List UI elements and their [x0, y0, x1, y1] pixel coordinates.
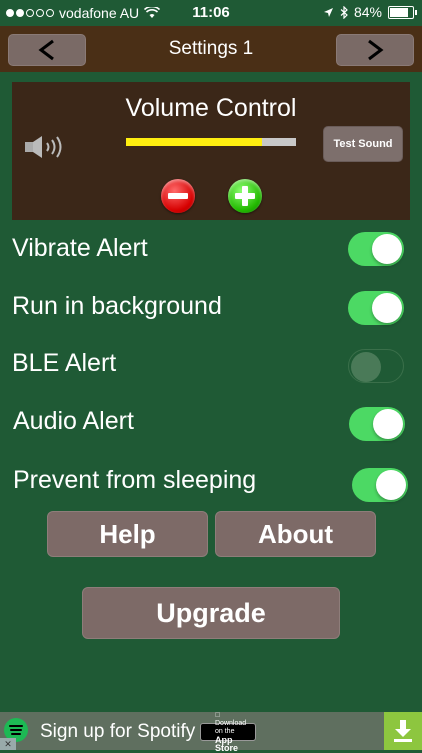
- location-arrow-icon: [323, 7, 333, 17]
- toggle-knob: [373, 409, 403, 439]
- setting-row-vibrate-alert: Vibrate Alert: [0, 228, 422, 272]
- help-button[interactable]: Help: [47, 511, 208, 557]
- run-in-background-toggle[interactable]: [348, 291, 404, 325]
- setting-row-ble-alert: BLE Alert: [0, 343, 422, 387]
- upgrade-button[interactable]: Upgrade: [82, 587, 340, 639]
- speaker-icon: [25, 136, 62, 158]
- download-icon: [394, 720, 412, 742]
- plus-icon: [235, 186, 255, 206]
- volume-panel: Volume Control Test Sound: [12, 82, 410, 220]
- toggle-knob: [351, 352, 381, 382]
- volume-up-button[interactable]: [228, 179, 262, 213]
- about-button[interactable]: About: [215, 511, 376, 557]
- setting-label: BLE Alert: [12, 349, 117, 377]
- toggle-knob: [372, 293, 402, 323]
- battery-percent: 84%: [353, 4, 382, 20]
- status-bar: vodafone AU 11:06 84%: [0, 0, 422, 26]
- prevent-from-sleeping-toggle[interactable]: [352, 468, 408, 502]
- setting-row-audio-alert: Audio Alert: [0, 401, 422, 445]
- setting-row-run-in-background: Run in background: [0, 286, 422, 330]
- ble-alert-toggle[interactable]: [348, 349, 404, 383]
- toggle-knob: [376, 470, 406, 500]
- minus-icon: [168, 193, 188, 199]
- navigation-bar: Settings 1: [0, 26, 422, 72]
- status-right: 84%: [323, 4, 417, 20]
- download-button[interactable]: [384, 712, 422, 750]
- battery-icon: [388, 5, 417, 19]
- setting-label: Vibrate Alert: [12, 234, 148, 262]
- setting-row-prevent-from-sleeping: Prevent from sleeping: [0, 460, 422, 504]
- volume-slider[interactable]: [126, 138, 296, 146]
- toggle-knob: [372, 234, 402, 264]
- next-page-button[interactable]: [336, 34, 414, 66]
- chevron-right-icon: [368, 39, 384, 61]
- ad-info-icon[interactable]: ✕: [0, 738, 16, 750]
- ad-text: Sign up for Spotify: [40, 721, 196, 742]
- test-sound-button[interactable]: Test Sound: [323, 126, 403, 162]
- vibrate-alert-toggle[interactable]: [348, 232, 404, 266]
- audio-alert-toggle[interactable]: [349, 407, 405, 441]
- volume-title: Volume Control: [125, 94, 297, 122]
- setting-label: Prevent from sleeping: [13, 466, 257, 494]
- bluetooth-icon: [340, 5, 348, 19]
- app-store-small-text: Download on the: [215, 720, 247, 735]
- volume-level-fill: [126, 138, 262, 146]
- setting-label: Audio Alert: [13, 407, 134, 435]
- app-store-badge[interactable]: Download on the App Store: [200, 720, 256, 753]
- volume-down-button[interactable]: [161, 179, 195, 213]
- setting-label: Run in background: [12, 292, 222, 320]
- ad-banner[interactable]: Sign up for Spotify Download on the App …: [0, 712, 422, 753]
